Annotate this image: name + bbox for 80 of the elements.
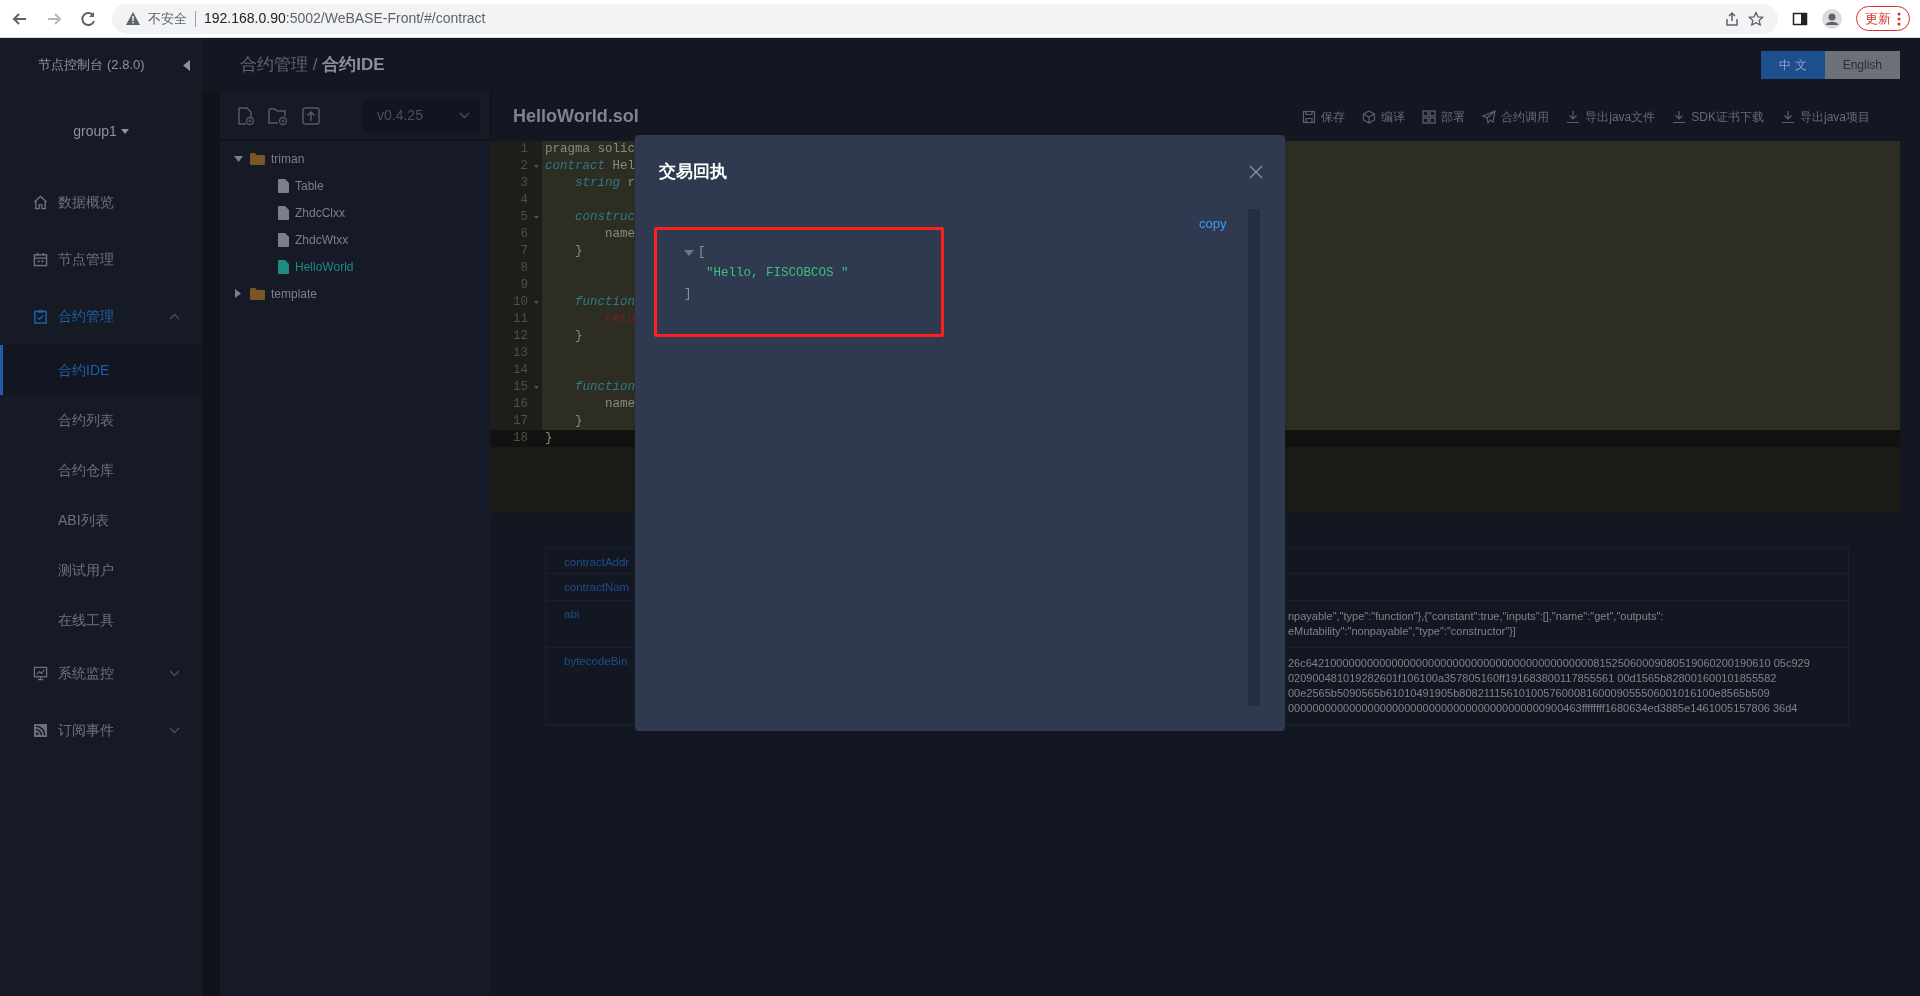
grid-icon: [1422, 109, 1437, 124]
monitor-chart-icon: [33, 666, 48, 681]
file-title: HelloWorld.sol: [513, 105, 639, 128]
update-button[interactable]: 更新: [1856, 5, 1910, 32]
field-label: contractNam: [563, 580, 631, 595]
field-value: 26c6421000000000000000000000000000000000000000000081525060009080519060200190610 05c929 020900481019282601f106100a357805160ff191683800117855561 00d1565b828001600101855582 00e2565b5090565b61010491905b808211156101005760008160009055506001016100e8565b509 000000000000000000000000000000000000000000900463ffffffff1680634ed3885e1461005157806 36d4: [1288, 656, 1810, 716]
toolbar-action[interactable]: SDK证书下载: [1672, 107, 1764, 126]
toolbar-action[interactable]: 合约调用: [1482, 107, 1550, 126]
submenu-item[interactable]: 在线工具: [0, 595, 202, 645]
fold-icon[interactable]: [533, 386, 539, 389]
toolbar-action[interactable]: 编译: [1362, 107, 1406, 126]
home-icon: [33, 195, 48, 210]
chevron-down-icon: [459, 112, 470, 119]
folder-item[interactable]: triman: [220, 145, 490, 172]
line-number: 18: [512, 430, 529, 447]
file-icon: [278, 232, 289, 247]
toolbar-action[interactable]: 导出java文件: [1566, 107, 1656, 126]
download-icon: [1672, 109, 1687, 124]
file-icon: [278, 205, 289, 220]
language-tab[interactable]: 中 文: [1761, 51, 1825, 79]
language-tab[interactable]: English: [1824, 51, 1900, 79]
toolbar-action[interactable]: 导出java项目: [1781, 107, 1870, 126]
clipboard-check-icon: [33, 309, 48, 324]
compiler-version-select[interactable]: v0.4.25: [363, 98, 480, 133]
sidebar-item[interactable]: 节点管理: [0, 231, 202, 288]
file-item[interactable]: HelloWorld: [220, 253, 490, 280]
download-icon: [1566, 109, 1581, 124]
submenu-item[interactable]: ABI列表: [0, 495, 202, 545]
star-icon[interactable]: [1748, 10, 1764, 27]
breadcrumb: 合约管理 / 合约IDE: [240, 54, 385, 77]
sidebar-item[interactable]: 系统监控: [0, 645, 202, 702]
save-icon: [1302, 109, 1317, 124]
collapse-toggle-icon[interactable]: [684, 249, 694, 256]
folder-icon: [250, 287, 265, 300]
new-file-icon[interactable]: [238, 106, 254, 125]
file-item[interactable]: ZhdcWtxx: [220, 226, 490, 253]
sidebar-icon[interactable]: [1792, 10, 1808, 27]
fold-icon[interactable]: [533, 165, 539, 168]
sidebar-item[interactable]: 订阅事件: [0, 702, 202, 759]
upload-icon[interactable]: [302, 106, 320, 125]
url-text: 192.168.0.90:5002/WeBASE-Front/#/contract: [204, 9, 486, 28]
submenu-item[interactable]: 合约IDE: [0, 345, 202, 395]
file-icon: [278, 259, 289, 274]
json-bracket: [: [698, 244, 706, 261]
field-label: abi: [563, 607, 581, 622]
download-icon: [1781, 109, 1795, 124]
folder-item[interactable]: template: [220, 280, 490, 307]
close-icon[interactable]: [1249, 165, 1263, 179]
field-label: bytecodeBin: [563, 654, 629, 669]
address-bar[interactable]: 不安全 192.168.0.90:5002/WeBASE-Front/#/contract: [112, 3, 1778, 34]
folder-icon: [250, 152, 265, 165]
security-label: 不安全: [148, 9, 187, 28]
json-string: "Hello, FISCOBCOS ": [705, 265, 849, 282]
fold-icon[interactable]: [533, 216, 539, 219]
share-icon[interactable]: [1724, 10, 1740, 27]
file-icon: [278, 178, 289, 193]
warning-icon: [126, 12, 140, 25]
toolbar-action[interactable]: 部署: [1422, 107, 1466, 126]
fold-icon[interactable]: [533, 301, 539, 304]
group-selector[interactable]: group1: [73, 120, 129, 142]
sidebar-item[interactable]: 数据概览: [0, 174, 202, 231]
cube-icon: [1362, 109, 1377, 124]
submenu-item[interactable]: 测试用户: [0, 545, 202, 595]
submenu-item[interactable]: 合约列表: [0, 395, 202, 445]
field-label: contractAddr: [563, 555, 631, 570]
send-icon: [1482, 109, 1497, 124]
profile-icon[interactable]: [1822, 8, 1842, 29]
file-item[interactable]: Table: [220, 172, 490, 199]
file-item[interactable]: ZhdcClxx: [220, 199, 490, 226]
collapse-icon[interactable]: [183, 59, 190, 71]
field-value: npayable","type":"function"},{"constant":true,"inputs":[],"name":"get","outputs": eMutability":"nonpayable","type":"constructor"}]: [1288, 609, 1664, 639]
caret-down-icon: [120, 128, 129, 134]
console-title: 节点控制台 (2.8.0): [37, 56, 146, 75]
sidebar-item[interactable]: 合约管理: [0, 288, 202, 345]
calendar-icon: [33, 252, 48, 267]
submenu-item[interactable]: 合约仓库: [0, 445, 202, 495]
rss-icon: [33, 723, 48, 738]
toolbar-action[interactable]: 保存: [1302, 107, 1346, 126]
more-icon: [1897, 11, 1901, 26]
new-folder-icon[interactable]: [268, 106, 288, 125]
